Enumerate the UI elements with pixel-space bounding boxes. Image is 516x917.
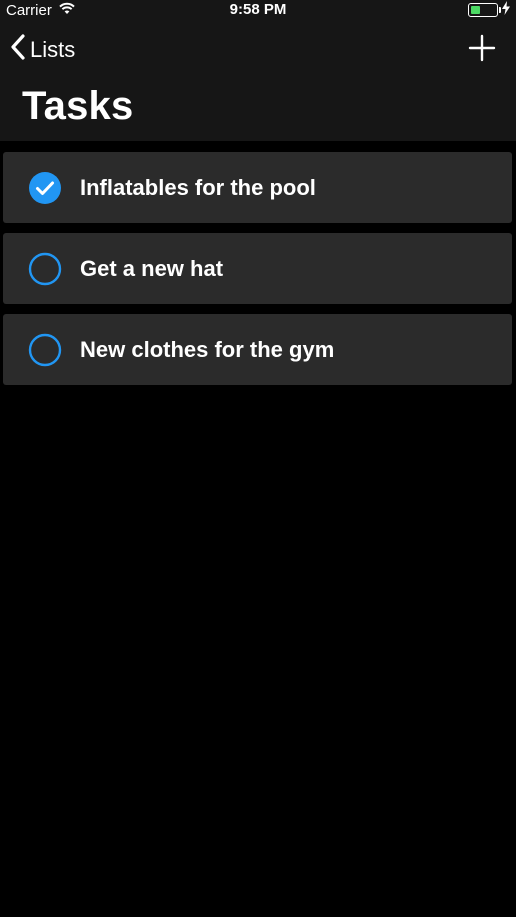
status-right xyxy=(468,0,510,20)
plus-icon xyxy=(468,34,496,62)
chevron-left-icon xyxy=(10,34,26,65)
battery-icon xyxy=(468,3,501,17)
navigation-bar: Lists Tasks xyxy=(0,20,516,141)
checked-circle-icon[interactable] xyxy=(28,171,62,205)
back-label: Lists xyxy=(30,36,76,62)
task-row[interactable]: Get a new hat xyxy=(3,233,512,304)
status-time: 9:58 PM xyxy=(229,1,287,18)
unchecked-circle-icon[interactable] xyxy=(28,252,62,286)
back-button[interactable]: Lists xyxy=(10,34,75,65)
task-label: New clothes for the gym xyxy=(80,337,335,362)
charging-bolt-icon xyxy=(502,1,510,19)
unchecked-circle-icon[interactable] xyxy=(28,333,62,367)
task-label: Get a new hat xyxy=(80,256,224,281)
add-task-button[interactable] xyxy=(468,34,496,62)
page-title: Tasks xyxy=(22,84,134,128)
status-bar: Carrier 9:58 PM xyxy=(0,0,516,20)
task-row[interactable]: Inflatables for the pool xyxy=(3,152,512,223)
task-label: Inflatables for the pool xyxy=(80,175,316,200)
task-row[interactable]: New clothes for the gym xyxy=(3,314,512,385)
battery-level xyxy=(471,6,481,14)
task-list: Inflatables for the pool Get a new hat N… xyxy=(3,152,512,395)
